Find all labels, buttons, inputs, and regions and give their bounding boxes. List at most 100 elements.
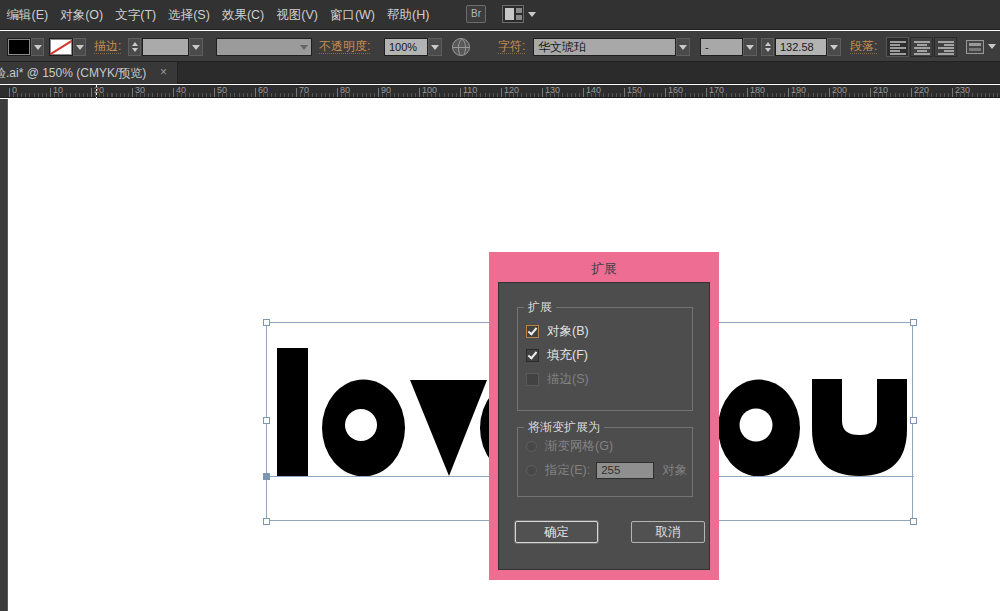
ruler-label: 170: [709, 85, 724, 95]
ruler-tick: [419, 88, 420, 97]
menu-item[interactable]: 编辑(E): [1, 0, 54, 30]
paragraph-label[interactable]: 段落:: [850, 40, 877, 54]
globe-icon[interactable]: [452, 38, 470, 56]
horizontal-ruler[interactable]: 0102030405060708090100110120130140150160…: [0, 85, 1000, 98]
ruler-tick: [747, 88, 748, 97]
ruler-tick: [50, 88, 51, 97]
stroke-swatch-none[interactable]: [49, 38, 73, 56]
ruler-label: 230: [955, 85, 970, 95]
ruler-label: 30: [135, 85, 145, 95]
workspace-layout-button[interactable]: [502, 5, 536, 23]
menu-item[interactable]: 窗口(W): [324, 0, 380, 30]
checkbox-stroke[interactable]: [526, 373, 539, 386]
selection-handle[interactable]: [910, 417, 917, 424]
ruler-tick: [296, 88, 297, 97]
ruler-tick: [132, 88, 133, 97]
radio-gradient-mesh[interactable]: [526, 441, 537, 452]
ruler-label: 110: [463, 85, 477, 95]
checkbox-row-object[interactable]: 对象(B): [526, 323, 589, 340]
opacity-label[interactable]: 不透明度:: [319, 40, 370, 54]
align-left-button[interactable]: [886, 37, 909, 57]
opacity-dropdown[interactable]: [428, 38, 442, 56]
checkbox-fill[interactable]: [526, 349, 539, 362]
document-tab[interactable]: 验.ai* @ 150% (CMYK/预览) ×: [0, 62, 178, 84]
ruler-label: 210: [873, 85, 888, 95]
ruler-tick: [255, 88, 256, 97]
stroke-width-stepper[interactable]: [128, 38, 141, 56]
ruler-tick: [624, 88, 625, 97]
chevron-down-icon[interactable]: [988, 44, 996, 49]
font-style-dropdown[interactable]: [743, 38, 757, 56]
menu-item[interactable]: 对象(O): [55, 0, 109, 30]
specify-objects-field[interactable]: 255: [596, 462, 654, 479]
stroke-label[interactable]: 描边:: [94, 40, 121, 54]
font-size-field[interactable]: 132.58: [775, 38, 827, 56]
align-right-button[interactable]: [934, 37, 957, 57]
menu-item[interactable]: 文字(T): [110, 0, 162, 30]
expand-group: 扩展 对象(B) 填充(F) 描边(S): [517, 307, 693, 411]
width-profile-field[interactable]: [216, 38, 312, 56]
stroke-width-field[interactable]: [142, 38, 189, 56]
font-size-dropdown[interactable]: [827, 38, 841, 56]
ruler-label: 70: [299, 85, 309, 95]
menu-item[interactable]: 帮助(H): [382, 0, 435, 30]
opacity-field[interactable]: 100%: [384, 38, 428, 56]
checkbox-row-stroke[interactable]: 描边(S): [526, 371, 589, 388]
close-icon[interactable]: ×: [160, 65, 167, 79]
selection-handle[interactable]: [910, 319, 917, 326]
cancel-button[interactable]: 取消: [631, 521, 705, 543]
ok-button[interactable]: 确定: [515, 521, 598, 543]
fill-swatch[interactable]: [7, 38, 31, 56]
ruler-label: 190: [791, 85, 806, 95]
gradient-group-label: 将渐变扩展为: [524, 421, 604, 434]
control-bar: 描边: 不透明度: 100% 字符: 华文琥珀 - 132.58 段落:: [0, 31, 1000, 62]
style-panel-icon[interactable]: [966, 40, 984, 54]
font-size-stepper[interactable]: [761, 38, 774, 56]
layout-icon: [502, 5, 524, 23]
expand-group-label: 扩展: [524, 301, 556, 314]
ruler-tick: [9, 88, 10, 97]
ruler-tick: [378, 88, 379, 97]
checkbox-object[interactable]: [526, 325, 539, 338]
ruler-label: 140: [586, 85, 601, 95]
ruler-label: 90: [381, 85, 391, 95]
ruler-label: 150: [627, 85, 642, 95]
ruler-label: 220: [914, 85, 929, 95]
stroke-width-dropdown[interactable]: [189, 38, 203, 56]
ruler-tick: [583, 88, 584, 97]
dialog-title: 扩展: [489, 260, 719, 278]
radio-specify[interactable]: [526, 465, 537, 476]
checkbox-row-fill[interactable]: 填充(F): [526, 347, 588, 364]
character-label[interactable]: 字符:: [498, 40, 525, 54]
align-center-button[interactable]: [910, 37, 933, 57]
ruler-tick: [542, 88, 543, 97]
ruler-tick: [870, 88, 871, 97]
selection-handle[interactable]: [263, 518, 270, 525]
menu-item[interactable]: 效果(C): [216, 0, 269, 30]
stroke-color-control[interactable]: [49, 38, 86, 56]
ruler-tick: [952, 88, 953, 97]
fill-color-control[interactable]: [7, 38, 44, 56]
menu-item[interactable]: 选择(S): [163, 0, 216, 30]
fill-dropdown[interactable]: [31, 38, 44, 56]
font-style-field[interactable]: -: [700, 38, 743, 56]
font-family-field[interactable]: 华文琥珀: [533, 38, 676, 56]
ruler-label: 50: [217, 85, 227, 95]
radio-row-specify[interactable]: 指定(E): 255 对象: [526, 462, 687, 479]
ruler-tick: [665, 88, 666, 97]
selection-baseline-handle[interactable]: [263, 473, 270, 480]
radio-row-mesh[interactable]: 渐变网格(G): [526, 438, 613, 455]
bridge-icon[interactable]: Br: [466, 5, 486, 23]
font-family-dropdown[interactable]: [676, 38, 690, 56]
selection-handle[interactable]: [263, 417, 270, 424]
ruler-tick: [460, 88, 461, 97]
ruler-label: 120: [504, 85, 519, 95]
selection-handle[interactable]: [910, 518, 917, 525]
ruler-label: 200: [832, 85, 847, 95]
selection-handle[interactable]: [263, 319, 270, 326]
ruler-label: 100: [422, 85, 437, 95]
ruler-tick: [788, 88, 789, 97]
menu-item[interactable]: 视图(V): [271, 0, 324, 30]
stroke-dropdown[interactable]: [73, 38, 86, 56]
ruler-label: 180: [750, 85, 765, 95]
